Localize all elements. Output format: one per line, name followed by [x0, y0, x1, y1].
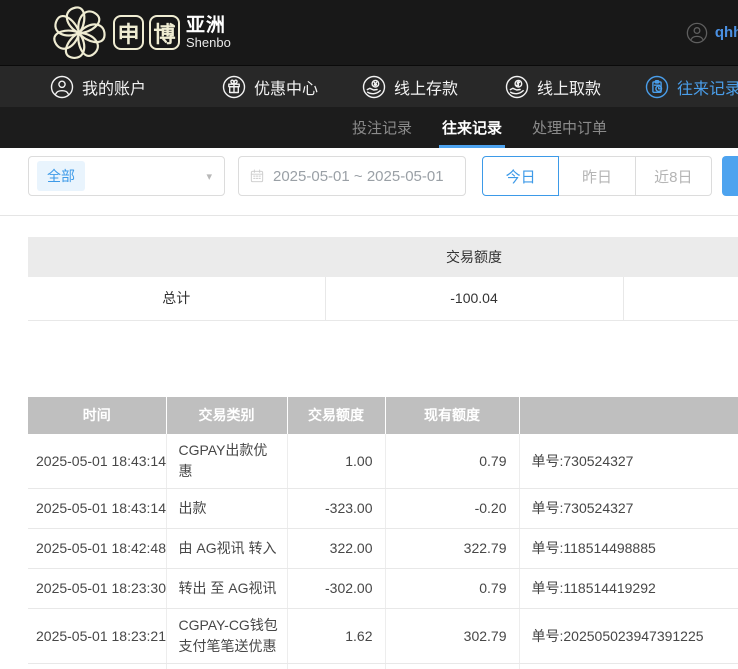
chevron-down-icon: ▾ [206, 170, 212, 183]
cell-amount: 270.00 [287, 663, 385, 669]
nav-item-promotions[interactable]: 优惠中心 [222, 66, 318, 108]
transactions-header-row: 时间 交易类别 交易额度 现有额度 摘要 [28, 397, 738, 434]
summary-header-empty [623, 237, 738, 277]
cell-amount: -323.00 [287, 488, 385, 528]
transactions-table: 时间 交易类别 交易额度 现有额度 摘要 2025-05-01 18:43:14… [28, 397, 738, 669]
user-icon [50, 75, 74, 99]
search-button[interactable] [722, 156, 738, 196]
avatar-icon [686, 22, 708, 44]
nav-label: 线上取款 [537, 75, 601, 99]
brand-logo[interactable]: 申 博 亚洲 Shenbo [50, 4, 231, 62]
table-row: 2025-05-01 18:43:14 出款 -323.00 -0.20 单号:… [28, 488, 738, 528]
tab-pending-orders[interactable]: 处理中订单 [532, 107, 607, 148]
nav-label: 我的账户 [82, 75, 146, 99]
table-row: 2025-05-01 18:42:48 由 AG视讯 转入 322.00 322… [28, 528, 738, 568]
cell-balance: -0.20 [385, 488, 519, 528]
category-selected-tag[interactable]: 全部 [37, 161, 85, 191]
logo-char-bo: 博 [149, 15, 180, 50]
cell-type: 出款 [166, 488, 287, 528]
cell-memo: 单号:202505023947391225 [519, 608, 738, 663]
cell-type: CGPAY支付 [166, 663, 287, 669]
cell-memo: 单号:118514419292 [519, 568, 738, 608]
cell-time: 2025-05-01 18:43:14 [28, 434, 166, 489]
summary-total-label: 总计 [28, 277, 325, 320]
cell-amount: 322.00 [287, 528, 385, 568]
primary-nav: 我的账户 优惠中心 线上存款 线上取款 [0, 65, 738, 107]
yesterday-button[interactable]: 昨日 [559, 156, 635, 196]
summary-header-amount: 交易额度 [325, 237, 623, 277]
nav-label: 优惠中心 [254, 75, 318, 99]
table-row: 2025-05-01 18:43:14 CGPAY出款优惠 1.00 0.79 … [28, 434, 738, 489]
cell-time: 2025-05-01 18:23:30 [28, 568, 166, 608]
cell-memo: 单号:202505023947391225 [519, 663, 738, 669]
calendar-icon [249, 168, 265, 184]
app-header: 申 博 亚洲 Shenbo qhhw [0, 0, 738, 65]
logo-subtitle-en: Shenbo [186, 36, 231, 50]
cell-type: CGPAY-CG钱包支付笔笔送优惠 [166, 608, 287, 663]
summary-total-value: -100.04 [325, 277, 623, 320]
cell-balance: 302.79 [385, 608, 519, 663]
table-row: 2025-05-01 18:23:30 转出 至 AG视讯 -302.00 0.… [28, 568, 738, 608]
tab-transaction-records[interactable]: 往来记录 [442, 107, 502, 148]
date-range-value: 2025-05-01 ~ 2025-05-01 [273, 168, 444, 185]
username-text[interactable]: qhhw [715, 24, 738, 41]
cell-time: 2025-05-01 18:23:21 [28, 608, 166, 663]
nav-label: 往来记录 [677, 75, 738, 99]
summary-header-row: 交易额度 [28, 237, 738, 277]
table-row: 2025-05-01 18:23:21 CGPAY支付 270.00 301.1… [28, 663, 738, 669]
cell-balance: 0.79 [385, 434, 519, 489]
logo-subtitle-cn: 亚洲 [186, 16, 231, 36]
summary-total-row: 总计 -100.04 [28, 277, 738, 320]
filter-bar: 全部 ▾ 2025-05-01 ~ 2025-05-01 今日 昨日 近8日 [28, 156, 738, 196]
cell-time: 2025-05-01 18:42:48 [28, 528, 166, 568]
gift-icon [222, 75, 246, 99]
nav-label: 线上存款 [394, 75, 458, 99]
cell-balance: 301.17 [385, 663, 519, 669]
cell-type: 转出 至 AG视讯 [166, 568, 287, 608]
record-tabs: 投注记录 往来记录 处理中订单 [0, 107, 738, 148]
user-account-area[interactable]: qhhw [686, 0, 738, 65]
tab-betting-records[interactable]: 投注记录 [352, 107, 412, 148]
cell-balance: 322.79 [385, 528, 519, 568]
logo-char-shen: 申 [113, 15, 144, 50]
category-select[interactable]: 全部 ▾ [28, 156, 225, 196]
cell-time: 2025-05-01 18:43:14 [28, 488, 166, 528]
cell-memo: 单号:730524327 [519, 488, 738, 528]
nav-item-withdraw[interactable]: 线上取款 [505, 66, 601, 108]
col-header-time: 时间 [28, 397, 166, 434]
summary-header-empty [28, 237, 325, 277]
nav-item-my-account[interactable]: 我的账户 [50, 66, 146, 108]
section-divider [0, 215, 738, 216]
withdraw-icon [505, 75, 529, 99]
quick-range-group: 今日 昨日 近8日 [482, 156, 712, 196]
col-header-memo: 摘要 [519, 397, 738, 434]
cell-type: 由 AG视讯 转入 [166, 528, 287, 568]
cell-amount: 1.62 [287, 608, 385, 663]
last-8-days-button[interactable]: 近8日 [636, 156, 712, 196]
col-header-type: 交易类别 [166, 397, 287, 434]
cell-balance: 0.79 [385, 568, 519, 608]
cell-amount: 1.00 [287, 434, 385, 489]
today-button[interactable]: 今日 [482, 156, 559, 196]
col-header-balance: 现有额度 [385, 397, 519, 434]
table-row: 2025-05-01 18:23:21 CGPAY-CG钱包支付笔笔送优惠 1.… [28, 608, 738, 663]
lotus-flower-icon [50, 4, 108, 62]
cell-memo: 单号:118514498885 [519, 528, 738, 568]
cell-time: 2025-05-01 18:23:21 [28, 663, 166, 669]
records-icon [645, 75, 669, 99]
date-range-input[interactable]: 2025-05-01 ~ 2025-05-01 [238, 156, 466, 196]
cell-memo: 单号:730524327 [519, 434, 738, 489]
cell-amount: -302.00 [287, 568, 385, 608]
deposit-icon [362, 75, 386, 99]
nav-item-transaction-records[interactable]: 往来记录 [645, 66, 738, 108]
cell-type: CGPAY出款优惠 [166, 434, 287, 489]
summary-table: 交易额度 总计 -100.04 [28, 237, 738, 321]
col-header-amount: 交易额度 [287, 397, 385, 434]
nav-item-deposit[interactable]: 线上存款 [362, 66, 458, 108]
summary-total-extra [623, 277, 738, 320]
